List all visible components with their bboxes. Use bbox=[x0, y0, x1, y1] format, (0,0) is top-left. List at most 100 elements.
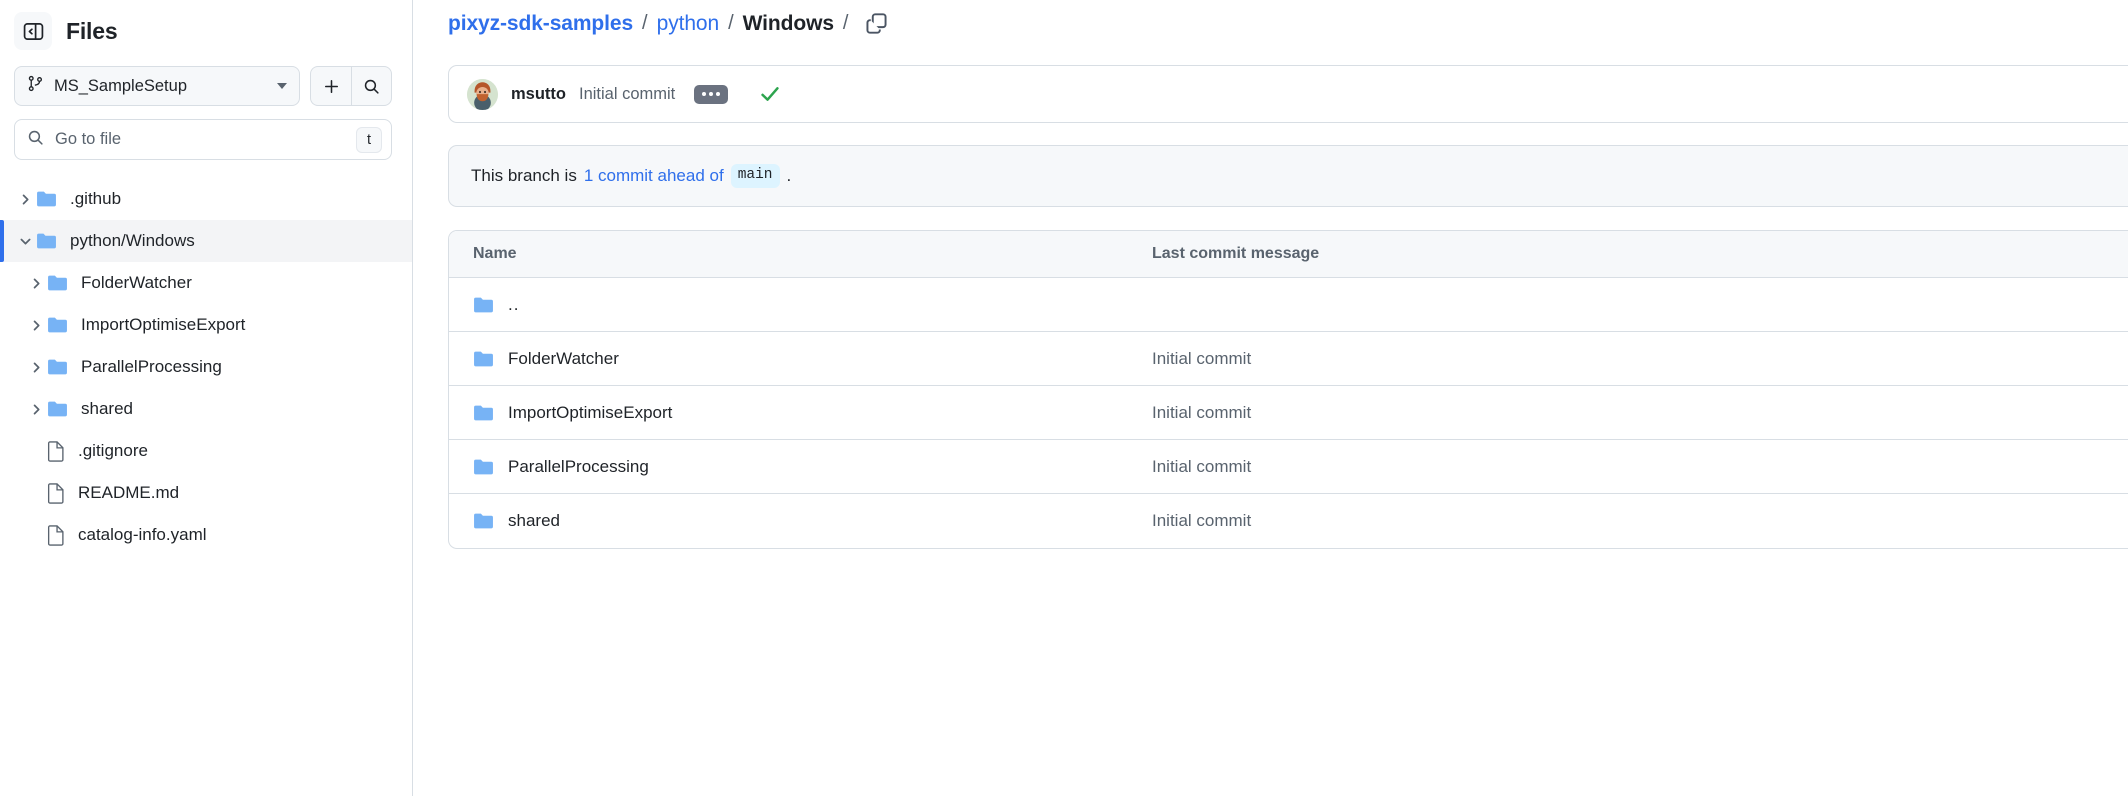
column-header-last-commit: Last commit message bbox=[1152, 245, 1320, 262]
folder-icon bbox=[36, 190, 57, 208]
folder-icon bbox=[47, 316, 68, 334]
folder-icon bbox=[473, 404, 494, 422]
breadcrumb: pixyz-sdk-samples / python / Windows / bbox=[413, 0, 2128, 47]
search-shortcut-badge: t bbox=[356, 126, 382, 153]
cell-name: shared bbox=[449, 511, 1152, 531]
cell-last-commit[interactable]: Initial commit bbox=[1152, 349, 2128, 369]
ellipsis-icon[interactable] bbox=[694, 84, 729, 104]
tree-item-shared[interactable]: shared bbox=[0, 388, 412, 430]
folder-open-icon bbox=[36, 232, 57, 250]
tree-item-label: FolderWatcher bbox=[81, 273, 192, 292]
breadcrumb-repo[interactable]: pixyz-sdk-samples bbox=[448, 12, 633, 36]
tree-item-label: catalog-info.yaml bbox=[78, 525, 207, 544]
tree-item-python-windows[interactable]: python/Windows bbox=[0, 220, 412, 262]
column-header-name: Name bbox=[473, 245, 517, 262]
chevron-down-icon bbox=[277, 83, 287, 89]
tree-item-gitignore[interactable]: .gitignore bbox=[0, 430, 412, 472]
tree-item-github[interactable]: .github bbox=[0, 178, 412, 220]
folder-icon bbox=[473, 458, 494, 476]
tree-item-label: ParallelProcessing bbox=[81, 357, 222, 376]
branch-row: MS_SampleSetup bbox=[0, 52, 412, 106]
file-name-link[interactable]: .. bbox=[508, 295, 519, 315]
collapse-panel-icon[interactable] bbox=[14, 12, 52, 50]
file-search-box[interactable]: t bbox=[14, 119, 392, 160]
breadcrumb-current: Windows bbox=[742, 11, 834, 35]
file-search-wrap: t bbox=[0, 106, 412, 160]
commits-ahead-link[interactable]: 1 commit ahead of bbox=[584, 166, 724, 186]
cell-name: FolderWatcher bbox=[449, 349, 1152, 369]
tree-item-label: .gitignore bbox=[78, 441, 148, 460]
main-panel: pixyz-sdk-samples / python / Windows / m… bbox=[413, 0, 2128, 796]
check-success-icon[interactable] bbox=[759, 83, 781, 105]
tree-item-label: README.md bbox=[78, 483, 180, 502]
app-root: Files MS_SampleSetup Go to file t .githu… bbox=[0, 0, 2128, 796]
tree-item-catalog-info-yaml[interactable]: catalog-info.yaml bbox=[0, 514, 412, 556]
branch-name: MS_SampleSetup bbox=[54, 76, 187, 95]
latest-commit-bar: msutto Initial commit bbox=[448, 65, 2128, 123]
chevron-right-icon[interactable] bbox=[25, 319, 47, 332]
file-icon bbox=[47, 482, 65, 504]
branch-status-prefix: This branch is bbox=[471, 166, 577, 185]
chevron-right-icon[interactable] bbox=[25, 277, 47, 290]
branch-status-suffix: . bbox=[786, 166, 792, 185]
folder-icon bbox=[473, 512, 494, 530]
tree-item-label: shared bbox=[81, 399, 133, 418]
commit-message[interactable]: Initial commit bbox=[579, 85, 675, 104]
chevron-right-icon[interactable] bbox=[14, 193, 36, 206]
file-icon bbox=[47, 440, 65, 462]
breadcrumb-separator: / bbox=[728, 12, 734, 34]
folder-icon bbox=[47, 358, 68, 376]
page-title: Files bbox=[66, 17, 118, 44]
cell-name: ImportOptimiseExport bbox=[449, 403, 1152, 423]
git-branch-icon bbox=[27, 75, 44, 97]
folder-up-icon bbox=[473, 296, 494, 314]
tree-item-importoptimiseexport[interactable]: ImportOptimiseExport bbox=[0, 304, 412, 346]
add-file-button[interactable] bbox=[310, 66, 351, 106]
search-button[interactable] bbox=[351, 66, 392, 106]
cell-name: .. bbox=[449, 295, 1152, 315]
file-icon bbox=[47, 524, 65, 546]
cell-last-commit[interactable]: Initial commit bbox=[1152, 403, 2128, 423]
file-name-link[interactable]: FolderWatcher bbox=[508, 349, 619, 369]
cell-last-commit[interactable]: Initial commit bbox=[1152, 457, 2128, 477]
sidebar-header: Files bbox=[0, 0, 412, 52]
table-row[interactable]: FolderWatcher Initial commit bbox=[449, 332, 2128, 386]
folder-icon bbox=[47, 400, 68, 418]
search-input[interactable] bbox=[55, 130, 345, 149]
file-table-header: Name Last commit message bbox=[449, 231, 2128, 278]
folder-icon bbox=[47, 274, 68, 292]
tree-item-label: ImportOptimiseExport bbox=[81, 315, 246, 334]
breadcrumb-separator: / bbox=[842, 12, 849, 34]
breadcrumb-python[interactable]: python bbox=[657, 12, 720, 36]
branch-status-banner: This branch is 1 commit ahead of main . bbox=[448, 145, 2128, 207]
files-sidebar: Files MS_SampleSetup Go to file t .githu… bbox=[0, 0, 413, 796]
cell-name: ParallelProcessing bbox=[449, 457, 1152, 477]
search-icon bbox=[27, 129, 44, 151]
tree-item-label: python/Windows bbox=[70, 231, 195, 250]
tree-item-label: .github bbox=[70, 189, 122, 208]
tree-item-folderwatcher[interactable]: FolderWatcher bbox=[0, 262, 412, 304]
table-row[interactable]: ParallelProcessing Initial commit bbox=[449, 440, 2128, 494]
file-table: Name Last commit message .. FolderWatcher… bbox=[448, 230, 2128, 549]
table-row[interactable]: shared Initial commit bbox=[449, 494, 2128, 548]
file-tree: .github python/Windows FolderWatcher Import… bbox=[0, 178, 412, 556]
file-name-link[interactable]: ParallelProcessing bbox=[508, 457, 649, 477]
chevron-right-icon[interactable] bbox=[25, 403, 47, 416]
tree-item-readme-md[interactable]: README.md bbox=[0, 472, 412, 514]
branch-selector[interactable]: MS_SampleSetup bbox=[14, 66, 300, 106]
avatar[interactable] bbox=[467, 78, 498, 110]
file-name-link[interactable]: shared bbox=[508, 511, 560, 531]
base-branch-chip: main bbox=[730, 164, 780, 188]
cell-last-commit[interactable]: Initial commit bbox=[1152, 511, 2128, 531]
table-row[interactable]: .. bbox=[449, 278, 2128, 332]
commit-author[interactable]: msutto bbox=[511, 85, 566, 104]
file-name-link[interactable]: ImportOptimiseExport bbox=[508, 403, 672, 423]
chevron-right-icon[interactable] bbox=[25, 361, 47, 374]
sidebar-actions bbox=[310, 66, 392, 106]
breadcrumb-separator: / bbox=[642, 12, 648, 34]
table-row[interactable]: ImportOptimiseExport Initial commit bbox=[449, 386, 2128, 440]
tree-item-parallelprocessing[interactable]: ParallelProcessing bbox=[0, 346, 412, 388]
folder-icon bbox=[473, 350, 494, 368]
chevron-down-icon[interactable] bbox=[14, 235, 36, 248]
copy-path-icon[interactable] bbox=[862, 10, 890, 38]
